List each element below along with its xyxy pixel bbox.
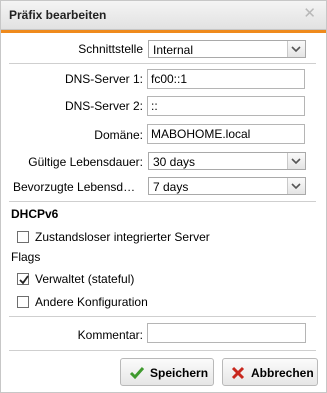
separator — [9, 63, 316, 64]
dns-server-2-label: DNS-Server 2: — [64, 99, 143, 113]
interface-value: Internal — [153, 43, 194, 57]
separator — [9, 350, 316, 351]
separator — [9, 316, 316, 317]
comment-label: Kommentar: — [77, 328, 143, 342]
dhcpv6-section-title: DHCPv6 — [11, 207, 59, 221]
x-icon — [231, 366, 245, 380]
dialog-titlebar: Präfix bearbeiten ✕ — [1, 1, 326, 30]
preferred-lifetime-label: Bevorzugte Lebensd… — [13, 180, 136, 194]
flags-title: Flags — [11, 250, 41, 264]
close-icon[interactable]: ✕ — [303, 6, 316, 22]
checkmark-icon — [129, 367, 145, 380]
chevron-down-icon[interactable] — [287, 41, 305, 57]
valid-lifetime-label: Gültige Lebensdauer: — [28, 155, 143, 169]
domain-input[interactable] — [147, 124, 305, 144]
dns-server-2-input[interactable] — [147, 96, 305, 116]
dns-server-1-label: DNS-Server 1: — [64, 72, 143, 86]
preferred-lifetime-value: 7 days — [153, 180, 189, 194]
save-button-label: Speichern — [150, 366, 209, 380]
checkmark-icon — [19, 275, 29, 285]
valid-lifetime-select[interactable]: 30 days — [148, 152, 306, 170]
preferred-lifetime-select[interactable]: 7 days — [148, 177, 306, 195]
stateless-server-checkbox[interactable] — [17, 231, 29, 243]
interface-select[interactable]: Internal — [148, 40, 306, 58]
stateless-server-label: Zustandsloser integrierter Server — [35, 230, 210, 244]
managed-flag-checkbox[interactable] — [17, 273, 29, 285]
edit-prefix-dialog: Präfix bearbeiten ✕ Schnittstelle Intern… — [0, 0, 327, 393]
managed-flag-label: Verwaltet (stateful) — [35, 272, 135, 286]
interface-label: Schnittstelle — [78, 42, 143, 56]
chevron-down-icon[interactable] — [287, 178, 305, 194]
dialog-title: Präfix bearbeiten — [9, 8, 107, 22]
cancel-button[interactable]: Abbrechen — [222, 358, 318, 386]
domain-label: Domäne: — [94, 128, 143, 142]
comment-input[interactable] — [147, 323, 306, 343]
cancel-button-label: Abbrechen — [251, 366, 314, 380]
separator — [9, 201, 316, 202]
chevron-down-icon[interactable] — [287, 153, 305, 169]
other-config-checkbox[interactable] — [17, 296, 29, 308]
title-accent-bar — [1, 30, 326, 33]
save-button[interactable]: Speichern — [120, 358, 214, 386]
dns-server-1-input[interactable] — [147, 69, 305, 89]
other-config-label: Andere Konfiguration — [35, 295, 148, 309]
valid-lifetime-value: 30 days — [153, 155, 196, 169]
